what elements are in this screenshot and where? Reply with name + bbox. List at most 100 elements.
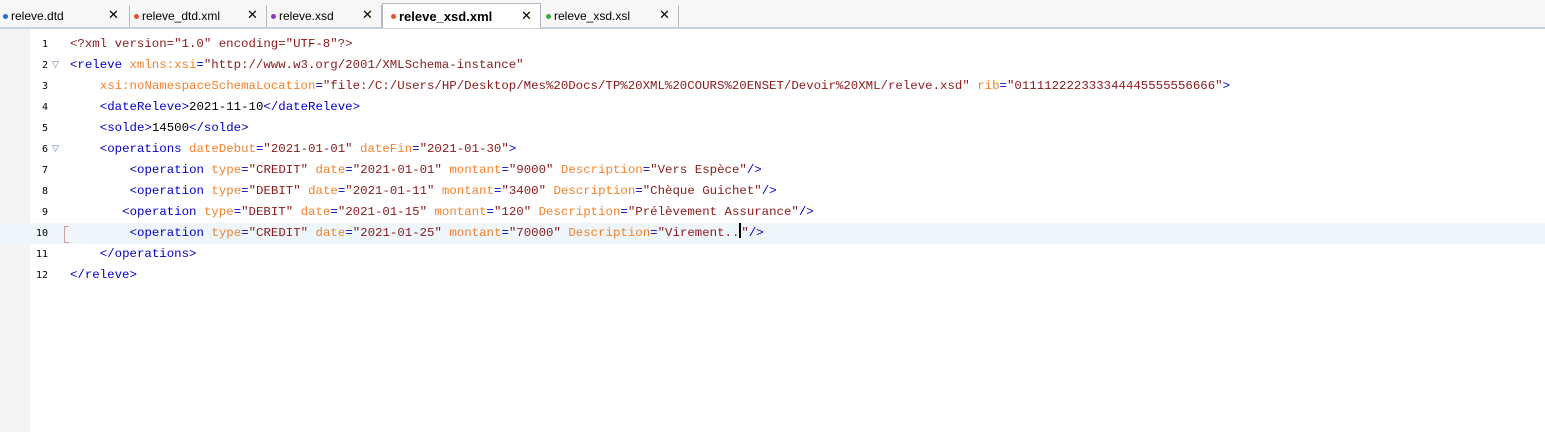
code-token: <releve (70, 58, 130, 72)
code-token: "Vers Espèce" (650, 163, 747, 177)
code-token: = (345, 226, 353, 240)
close-tab-icon[interactable]: ✕ (362, 5, 373, 27)
close-tab-icon[interactable]: ✕ (521, 4, 532, 29)
code-text[interactable]: </releve> (70, 265, 137, 286)
code-token: = (345, 163, 353, 177)
close-tab-icon[interactable]: ✕ (108, 5, 119, 27)
code-line: 10 <operation type="CREDIT" date="2021-01… (0, 223, 1545, 244)
code-token: "DEBIT" (248, 184, 301, 198)
fold-toggle-icon[interactable]: ▽ (52, 55, 59, 76)
file-status-dot-icon (271, 14, 276, 19)
tab-releve-xsd-xml[interactable]: releve_xsd.xml ✕ (382, 3, 541, 28)
code-token: "CREDIT" (248, 163, 309, 177)
code-token: = (241, 163, 249, 177)
code-token: <solde> (99, 121, 152, 135)
code-text[interactable]: <operation type="DEBIT" date="2021-01-11… (130, 181, 777, 202)
tab-releve-dtd[interactable]: releve.dtd ✕ (0, 5, 130, 27)
code-token: dateFin (352, 142, 413, 156)
code-text[interactable]: </operations> (100, 244, 197, 265)
code-token: <dateReleve> (99, 100, 190, 114)
fold-toggle-icon[interactable]: ▽ (52, 139, 59, 160)
line-number: 12 (35, 270, 48, 281)
code-token: </operations> (99, 247, 197, 261)
code-text[interactable]: xsi:noNamespaceSchemaLocation="file:/C:/… (100, 76, 1230, 97)
code-token: = (241, 184, 249, 198)
code-token: /> (746, 163, 762, 177)
code-line: 6 ▽ <operations dateDebut = "2021-01-01" dat… (0, 139, 1545, 160)
code-text[interactable]: <operation type="DEBIT" date="2021-01-15… (122, 202, 814, 223)
code-token: "Virement.. (657, 226, 740, 240)
code-token: /> (798, 205, 814, 219)
code-token: = (330, 205, 338, 219)
code-text[interactable]: <operation type="CREDIT" date="2021-01-2… (130, 223, 764, 244)
code-token: = (501, 226, 509, 240)
code-token: <operation (129, 184, 212, 198)
code-text[interactable]: <?xml version="1.0" encoding="UTF-8"?> (70, 34, 353, 55)
code-token: > (1222, 79, 1231, 93)
code-token: </dateReleve> (263, 100, 361, 114)
code-token: = (620, 205, 628, 219)
xml-code-editor[interactable]: 1 <?xml version="1.0" encoding="UTF-8"?> 2… (0, 29, 1545, 432)
code-token: 2021-11-10 (189, 100, 264, 114)
code-token: montant (434, 184, 494, 198)
code-token: date (308, 226, 346, 240)
code-token: "http://www.w3.org/2001/XMLSchema-instan… (203, 58, 524, 72)
line-number: 9 (41, 207, 48, 218)
code-token: type (211, 184, 242, 198)
code-token: "Chèque Guichet" (642, 184, 762, 198)
code-token: 14500 (151, 121, 190, 135)
line-number: 1 (41, 39, 48, 50)
code-text[interactable]: <operation type="CREDIT" date="2021-01-0… (130, 160, 762, 181)
code-token: "CREDIT" (248, 226, 309, 240)
code-token: Description (546, 184, 636, 198)
tab-releve-dtd-xml[interactable]: releve_dtd.xml ✕ (130, 5, 267, 27)
line-number: 11 (35, 249, 48, 260)
line-number: 3 (41, 81, 48, 92)
code-line: 4 <dateReleve>2021-11-10</dateReleve> (0, 97, 1545, 118)
code-token: = (233, 205, 242, 219)
code-token: montant (441, 226, 502, 240)
code-line: 7 <operation type="CREDIT" date="2021-01-… (0, 160, 1545, 181)
code-token: xsi:noNamespaceSchemaLocation (99, 79, 316, 93)
code-text[interactable]: <dateReleve>2021-11-10</dateReleve> (100, 97, 360, 118)
code-token: = (999, 79, 1007, 93)
line-number: 5 (41, 123, 48, 134)
code-token: montant (441, 163, 502, 177)
code-text[interactable]: <releve xmlns:xsi="http://www.w3.org/200… (70, 55, 524, 76)
code-text[interactable]: <operations dateDebut = "2021-01-01" dateF… (100, 139, 516, 160)
tab-releve-xsd-xsl[interactable]: releve_xsd.xsl ✕ (541, 5, 679, 27)
code-token: "2021-01-30" (419, 142, 509, 156)
code-token: dateDebut (189, 142, 256, 156)
code-line: 9 <operation type="DEBIT" date="2021-01-1… (0, 202, 1545, 223)
code-token: "120" (493, 205, 532, 219)
code-line: 12 </releve> (0, 265, 1545, 286)
code-token: = (501, 163, 509, 177)
code-token: = (196, 58, 204, 72)
code-token: type (211, 226, 242, 240)
code-token: "9000" (508, 163, 554, 177)
code-token: <operations (99, 142, 190, 156)
code-token: /> (748, 226, 764, 240)
code-token: "file:/C:/Users/HP/Desktop/Mes%20Docs/TP… (322, 79, 970, 93)
code-token: type (211, 163, 242, 177)
code-token: "Prélèvement Assurance" (627, 205, 799, 219)
code-line: 11 </operations> (0, 244, 1545, 265)
code-token: Description (531, 205, 621, 219)
code-token: = (315, 79, 323, 93)
file-status-dot-icon (134, 14, 139, 19)
code-token: Description (560, 226, 651, 240)
code-token: date (308, 163, 346, 177)
close-tab-icon[interactable]: ✕ (247, 5, 258, 27)
code-token: "70000" (508, 226, 561, 240)
code-line: 5 <solde>14500</solde> (0, 118, 1545, 139)
code-text[interactable]: <solde>14500</solde> (100, 118, 249, 139)
code-token: = (241, 226, 249, 240)
code-token: "011112222333344445555556666" (1006, 79, 1223, 93)
code-token: > (508, 142, 517, 156)
code-line: 3 xsi:noNamespaceSchemaLocation="file:/C:… (0, 76, 1545, 97)
code-line: 1 <?xml version="1.0" encoding="UTF-8"?> (0, 34, 1545, 55)
editor-tab-bar: releve.dtd ✕ releve_dtd.xml ✕ releve.xsd ✕ rel… (0, 0, 1545, 29)
tab-releve-xsd[interactable]: releve.xsd ✕ (267, 5, 382, 27)
tab-label: releve_xsd.xml (399, 9, 493, 24)
close-tab-icon[interactable]: ✕ (659, 5, 670, 27)
